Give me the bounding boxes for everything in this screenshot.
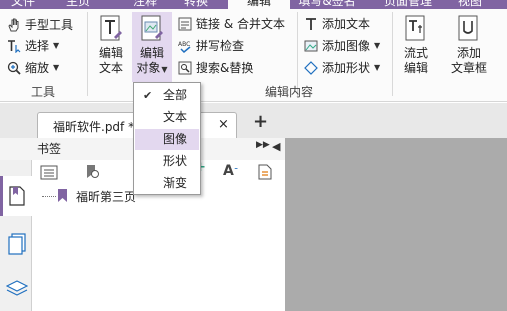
chevron-down-icon: ▼ (161, 65, 168, 74)
bookmarks-nav-button[interactable] (0, 176, 32, 216)
chevron-down-icon: ▼ (53, 41, 60, 50)
dropdown-item-text[interactable]: 文本 (135, 107, 199, 128)
search-replace-button[interactable]: 搜索&替换 (178, 58, 253, 78)
spell-check-label: 拼写检查 (196, 39, 245, 53)
bookmark-options-icon[interactable] (40, 165, 58, 183)
add-image-label: 添加图像 (322, 39, 371, 53)
edit-object-line1: 编辑 (139, 46, 164, 60)
dropdown-item-shape[interactable]: 形状 (135, 151, 199, 172)
separator (392, 12, 393, 96)
add-shape-label: 添加形状 (322, 61, 371, 75)
dropdown-item-label: 文本 (163, 110, 188, 124)
edit-text-icon (98, 15, 124, 45)
decrease-font-icon[interactable]: Aˉ (223, 163, 238, 179)
tab-page-manage[interactable]: 页面管理 (372, 0, 444, 9)
edit-text-line2: 文本 (98, 61, 123, 75)
edit-text-line1: 编辑 (98, 46, 123, 60)
hand-tool-label: 手型工具 (25, 18, 74, 32)
bookmark-icon (9, 186, 25, 209)
add-textbox-icon (456, 15, 482, 45)
edit-object-dropdown: ✔ 全部 文本 图像 形状 渐变 (133, 82, 201, 195)
add-bookmark-icon[interactable] (84, 164, 100, 183)
edit-content-group-label: 编辑内容 (265, 85, 314, 99)
dropdown-item-all[interactable]: ✔ 全部 (135, 85, 199, 106)
link-icon (178, 17, 192, 31)
search-replace-label: 搜索&替换 (196, 61, 254, 75)
dropdown-item-label: 图像 (163, 132, 188, 146)
bookmark-entry[interactable]: 福昕第三页 (76, 188, 136, 205)
hand-icon (7, 18, 21, 32)
add-shape-button[interactable]: 添加形状 ▼ (304, 58, 380, 78)
dropdown-item-label: 渐变 (163, 176, 188, 190)
bookmark-properties-icon[interactable] (258, 164, 272, 183)
layers-icon[interactable] (5, 279, 29, 302)
tree-line (42, 196, 56, 197)
tools-group-label: 工具 (31, 85, 56, 99)
edit-text-button[interactable]: 编辑 文本 (92, 15, 130, 76)
checkmark-icon: ✔ (143, 89, 153, 102)
edit-object-icon (139, 15, 165, 45)
document-tab-title: 福昕软件.pdf * (53, 120, 135, 134)
tab-view[interactable]: 视图 (450, 0, 490, 9)
dropdown-item-gradient[interactable]: 渐变 (135, 173, 199, 194)
select-text-icon (7, 39, 21, 54)
zoom-label: 缩放 (25, 61, 50, 75)
chevron-down-icon: ▼ (374, 63, 381, 72)
add-image-icon (304, 39, 318, 53)
add-image-button[interactable]: 添加图像 ▼ (304, 36, 380, 56)
tab-convert[interactable]: 转换 (172, 0, 220, 9)
flow-edit-line1: 流式 (403, 46, 428, 60)
add-textbox-button[interactable]: 添加 文章框 (446, 15, 492, 76)
zoom-button[interactable]: 缩放 ▼ (7, 58, 59, 78)
tab-file[interactable]: 文件 (0, 0, 46, 9)
edit-object-button[interactable]: 编辑 对象▼ (132, 12, 172, 82)
expand-icon[interactable]: ▶▶ (256, 140, 270, 150)
tab-comment[interactable]: 注释 (120, 0, 170, 9)
zoom-icon (7, 61, 21, 75)
page-thumbnails-icon[interactable] (8, 233, 26, 258)
flow-edit-icon (403, 15, 429, 45)
chevron-down-icon: ▼ (53, 63, 60, 72)
close-icon[interactable]: × (218, 117, 229, 132)
bookmark-entry-icon (57, 188, 69, 206)
tab-home[interactable]: 主页 (58, 0, 98, 9)
spell-check-button[interactable]: ABC 拼写检查 (178, 36, 244, 56)
flow-edit-button[interactable]: 流式 编辑 (396, 15, 436, 76)
document-canvas[interactable] (285, 138, 507, 311)
link-merge-text-button[interactable]: 链接 & 合并文本 (178, 14, 285, 34)
select-button[interactable]: 选择 ▼ (7, 36, 59, 56)
add-text-button[interactable]: 添加文本 (304, 14, 370, 34)
chevron-down-icon: ▼ (374, 41, 381, 50)
add-shape-icon (304, 61, 318, 75)
spell-check-icon: ABC (178, 39, 192, 54)
separator (87, 12, 88, 96)
add-textbox-line2: 文章框 (450, 61, 487, 75)
add-text-label: 添加文本 (322, 17, 371, 31)
tab-fill-sign[interactable]: 填写&签名 (290, 0, 364, 9)
add-text-icon (304, 17, 318, 31)
dropdown-item-image[interactable]: 图像 (135, 129, 199, 150)
edit-object-line2: 对象 (136, 61, 161, 75)
bookmark-panel-title: 书签 (37, 142, 62, 156)
add-textbox-line1: 添加 (456, 46, 481, 60)
select-label: 选择 (25, 39, 50, 53)
search-replace-icon (178, 61, 192, 75)
collapse-panel-icon[interactable]: ◀ (272, 140, 280, 153)
new-tab-icon[interactable]: + (253, 111, 268, 132)
dropdown-item-label: 全部 (163, 88, 188, 102)
dropdown-item-label: 形状 (163, 154, 188, 168)
tab-edit[interactable]: 编辑 (228, 0, 290, 9)
link-merge-text-label: 链接 & 合并文本 (196, 17, 285, 31)
flow-edit-line2: 编辑 (403, 61, 428, 75)
svg-text:ABC: ABC (178, 41, 190, 48)
hand-tool-button[interactable]: 手型工具 (7, 15, 73, 35)
